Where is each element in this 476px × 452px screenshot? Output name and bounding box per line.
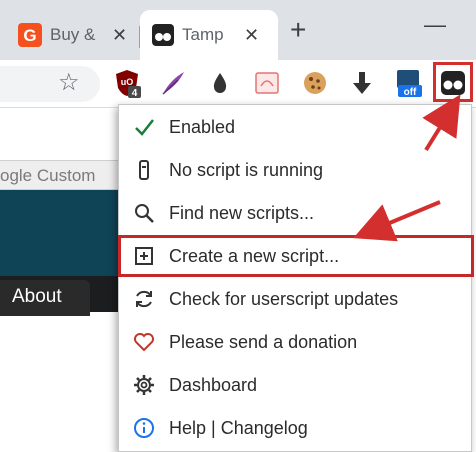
annotation-arrows bbox=[353, 94, 461, 242]
arrow-to-create-script bbox=[353, 200, 441, 242]
arrow-to-extension bbox=[422, 94, 461, 152]
